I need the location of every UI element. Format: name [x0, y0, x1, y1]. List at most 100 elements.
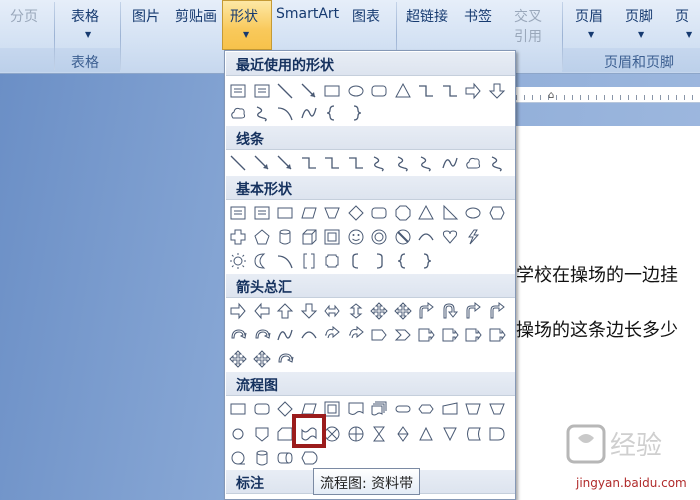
shape-quadarrow-icon[interactable] — [369, 301, 389, 321]
shape-lbracket-icon[interactable] — [346, 251, 366, 271]
shape-wave-icon[interactable] — [440, 153, 460, 173]
shape-octagon-icon[interactable] — [393, 203, 413, 223]
shape-wave-icon[interactable] — [299, 103, 319, 123]
shape-delay-icon[interactable] — [487, 424, 507, 444]
shape-direct-icon[interactable] — [275, 448, 295, 468]
page-number-button[interactable]: 页 — [675, 6, 689, 26]
shape-can-icon[interactable] — [275, 227, 295, 247]
footer-button[interactable]: 页脚 — [625, 6, 653, 26]
shape-braceR-icon[interactable] — [416, 251, 436, 271]
shape-hexagon-icon[interactable] — [487, 203, 507, 223]
shape-rect-icon[interactable] — [228, 399, 248, 419]
shape-merge-icon[interactable] — [440, 424, 460, 444]
shape-scribble-icon[interactable] — [393, 153, 413, 173]
shape-uturn-icon[interactable] — [440, 301, 460, 321]
shape-quadarrow-icon[interactable] — [252, 349, 272, 369]
shape-display-icon[interactable] — [299, 448, 319, 468]
shape-braceR-icon[interactable] — [346, 103, 366, 123]
shape-bentarrow-icon[interactable] — [416, 301, 436, 321]
shape-arrowline-icon[interactable] — [299, 81, 319, 101]
shape-arrowU-icon[interactable] — [275, 301, 295, 321]
shape-lrarrow-icon[interactable] — [322, 301, 342, 321]
shape-rect-icon[interactable] — [275, 203, 295, 223]
picture-button[interactable]: 图片 — [132, 6, 160, 26]
hyperlink-button[interactable]: 超链接 — [406, 6, 448, 26]
shape-pentarrow-icon[interactable] — [369, 325, 389, 345]
shape-curve-icon[interactable] — [275, 103, 295, 123]
shape-txt-icon[interactable] — [252, 81, 272, 101]
shape-txt-icon[interactable] — [228, 81, 248, 101]
bookmark-button[interactable]: 书签 — [464, 6, 492, 26]
shape-arrowD-icon[interactable] — [299, 301, 319, 321]
shape-brace-icon[interactable] — [322, 103, 342, 123]
shape-cube-icon[interactable] — [299, 227, 319, 247]
shape-circarrow-icon[interactable] — [275, 349, 295, 369]
shape-nosym-icon[interactable] — [393, 227, 413, 247]
shape-oval-icon[interactable] — [463, 203, 483, 223]
cover-page-button[interactable]: 分页 — [10, 6, 38, 26]
shape-scribble-icon[interactable] — [252, 103, 272, 123]
shape-arc-icon[interactable] — [416, 227, 436, 247]
shape-wedge-icon[interactable] — [322, 325, 342, 345]
shape-elbow-icon[interactable] — [346, 153, 366, 173]
shape-trap-icon[interactable] — [487, 399, 507, 419]
shape-rect-icon[interactable] — [322, 81, 342, 101]
shape-cloud-icon[interactable] — [228, 103, 248, 123]
shape-udarrow-icon[interactable] — [346, 301, 366, 321]
shape-callout-icon[interactable] — [463, 325, 483, 345]
shape-plaque-icon[interactable] — [322, 251, 342, 271]
horizontal-ruler[interactable]: ⌂ — [516, 87, 700, 103]
shape-rrect-icon[interactable] — [252, 399, 272, 419]
table-button[interactable]: 表格 — [71, 6, 99, 26]
shape-bracket-icon[interactable] — [299, 251, 319, 271]
shape-para-icon[interactable] — [299, 203, 319, 223]
shape-cross-icon[interactable] — [228, 227, 248, 247]
clipart-button[interactable]: 剪贴画 — [175, 6, 217, 26]
shape-arrowline-icon[interactable] — [252, 153, 272, 173]
shape-stored-icon[interactable] — [463, 424, 483, 444]
shape-heart-icon[interactable] — [440, 227, 460, 247]
shape-txt-icon[interactable] — [252, 203, 272, 223]
shape-oval-icon[interactable] — [346, 81, 366, 101]
shape-manual-icon[interactable] — [440, 399, 460, 419]
shape-arrowD-icon[interactable] — [487, 81, 507, 101]
smartart-button[interactable]: SmartArt — [276, 6, 339, 22]
shape-rrect-icon[interactable] — [369, 203, 389, 223]
shape-callout-icon[interactable] — [487, 325, 507, 345]
cross-reference-button[interactable]: 交叉 — [514, 6, 542, 26]
shape-rbracket-icon[interactable] — [369, 251, 389, 271]
shape-arc-icon[interactable] — [299, 325, 319, 345]
shape-rtri-icon[interactable] — [440, 203, 460, 223]
shape-tri-icon[interactable] — [393, 81, 413, 101]
shape-txt-icon[interactable] — [228, 203, 248, 223]
shape-callout-icon[interactable] — [440, 325, 460, 345]
shape-rrect-icon[interactable] — [369, 81, 389, 101]
shape-pentagon-icon[interactable] — [252, 227, 272, 247]
shape-quadarrow-icon[interactable] — [228, 349, 248, 369]
shape-chevron-icon[interactable] — [393, 325, 413, 345]
shape-arrowR-icon[interactable] — [228, 301, 248, 321]
shape-wedge-icon[interactable] — [346, 325, 366, 345]
shape-elbow-icon[interactable] — [299, 153, 319, 173]
shape-elbow-icon[interactable] — [440, 81, 460, 101]
shape-smiley-icon[interactable] — [346, 227, 366, 247]
shape-term-icon[interactable] — [393, 399, 413, 419]
shape-bentarrow-icon[interactable] — [463, 301, 483, 321]
shape-scribble-icon[interactable] — [369, 153, 389, 173]
shape-doc-icon[interactable] — [346, 399, 366, 419]
header-button[interactable]: 页眉 — [575, 6, 603, 26]
shape-trap-icon[interactable] — [322, 203, 342, 223]
shape-tri-icon[interactable] — [416, 203, 436, 223]
shape-curve-icon[interactable] — [275, 251, 295, 271]
shape-bolt-icon[interactable] — [463, 227, 483, 247]
shape-extract-icon[interactable] — [416, 424, 436, 444]
shape-sort-icon[interactable] — [393, 424, 413, 444]
shapes-button[interactable]: 形状 — [230, 6, 258, 26]
shape-moon-icon[interactable] — [252, 251, 272, 271]
indent-marker-icon[interactable]: ⌂ — [548, 90, 554, 101]
shape-circarrow-icon[interactable] — [228, 325, 248, 345]
shape-prep-icon[interactable] — [416, 399, 436, 419]
shape-bentarrow-icon[interactable] — [487, 301, 507, 321]
shape-line-icon[interactable] — [228, 153, 248, 173]
shape-manop-icon[interactable] — [463, 399, 483, 419]
